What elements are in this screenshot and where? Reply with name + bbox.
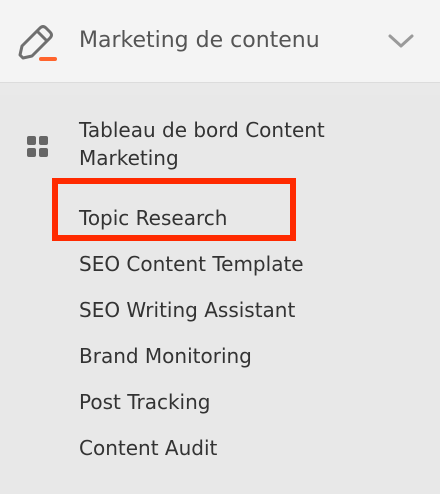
pencil-edit-icon	[18, 25, 57, 61]
content-marketing-menu: Marketing de contenu Tableau de bord Con…	[0, 0, 440, 494]
chevron-down-icon[interactable]	[387, 30, 415, 52]
menu-item-post-tracking[interactable]: Post Tracking	[79, 388, 210, 416]
section-title: Marketing de contenu	[79, 28, 320, 53]
menu-item-brand-monitoring[interactable]: Brand Monitoring	[79, 342, 252, 370]
menu-item-content-marketing-dashboard[interactable]: Tableau de bord Content Marketing	[79, 116, 409, 172]
menu-item-seo-writing-assistant[interactable]: SEO Writing Assistant	[79, 296, 295, 324]
menu-item-content-audit[interactable]: Content Audit	[79, 434, 217, 462]
grid-icon	[27, 136, 48, 157]
menu-item-seo-content-template[interactable]: SEO Content Template	[79, 250, 304, 278]
menu-item-topic-research[interactable]: Topic Research	[79, 204, 227, 232]
section-header[interactable]: Marketing de contenu	[0, 0, 440, 83]
